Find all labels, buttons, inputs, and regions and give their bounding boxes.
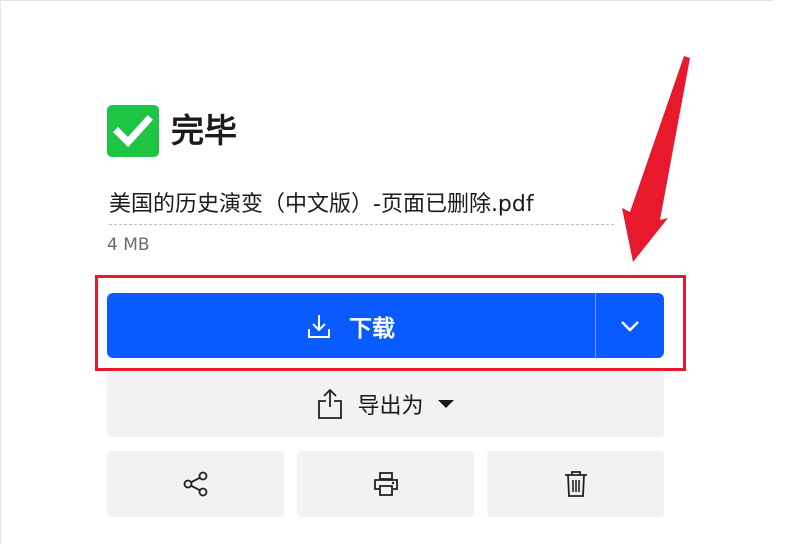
highlight-box [95, 275, 686, 371]
export-label: 导出为 [357, 394, 424, 419]
top-divider [0, 0, 772, 1]
caret-down-icon [437, 400, 454, 408]
export-as-button[interactable]: 导出为 [107, 371, 664, 437]
share-button[interactable] [107, 451, 284, 517]
file-name: 美国的历史演变（中文版）-页面已删除.pdf [109, 186, 614, 225]
trash-icon [562, 469, 590, 499]
scrollbar[interactable] [772, 0, 792, 544]
checkmark-icon [107, 105, 159, 157]
left-divider [0, 0, 1, 544]
status-title: 完毕 [171, 111, 237, 150]
print-icon [372, 470, 400, 498]
file-size: 4 MB [107, 235, 150, 255]
share-icon [182, 470, 210, 498]
print-button[interactable] [297, 451, 474, 517]
delete-button[interactable] [487, 451, 664, 517]
page: 完毕 美国的历史演变（中文版）-页面已删除.pdf 4 MB 下载 导出为 [0, 0, 792, 544]
upload-export-icon [317, 388, 343, 420]
